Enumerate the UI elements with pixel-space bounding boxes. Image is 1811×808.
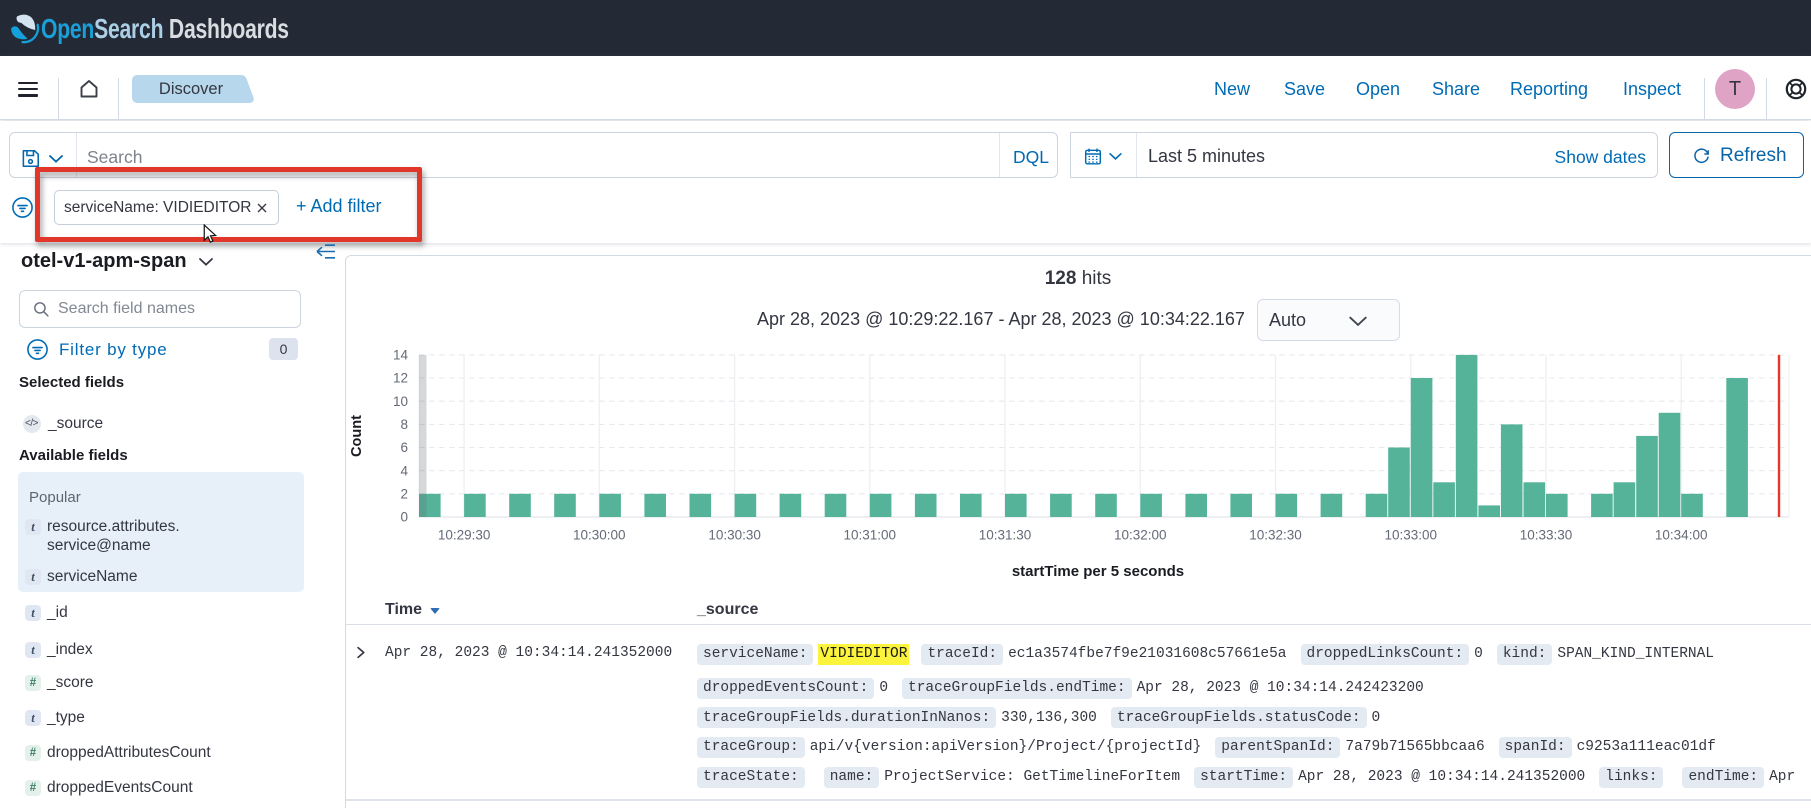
svg-text:10:30:30: 10:30:30 <box>708 528 761 543</box>
svg-text:6: 6 <box>400 440 408 455</box>
svg-text:10:30:00: 10:30:00 <box>573 528 626 543</box>
svg-text:10:31:00: 10:31:00 <box>844 528 897 543</box>
svg-text:startTime per 5 seconds: startTime per 5 seconds <box>1012 563 1184 580</box>
svg-text:10:29:30: 10:29:30 <box>438 528 491 543</box>
svg-text:8: 8 <box>400 417 408 432</box>
svg-text:14: 14 <box>393 348 409 363</box>
svg-text:2: 2 <box>400 487 408 502</box>
svg-text:10:34:00: 10:34:00 <box>1655 528 1708 543</box>
svg-text:10:33:30: 10:33:30 <box>1520 528 1573 543</box>
svg-text:0: 0 <box>400 510 408 525</box>
svg-text:4: 4 <box>400 463 408 478</box>
svg-text:10:33:00: 10:33:00 <box>1385 528 1438 543</box>
svg-text:10:32:00: 10:32:00 <box>1114 528 1167 543</box>
svg-text:10: 10 <box>393 394 408 409</box>
svg-text:10:32:30: 10:32:30 <box>1249 528 1302 543</box>
svg-text:Count: Count <box>349 415 365 457</box>
svg-text:10:31:30: 10:31:30 <box>979 528 1032 543</box>
svg-text:12: 12 <box>393 371 408 386</box>
